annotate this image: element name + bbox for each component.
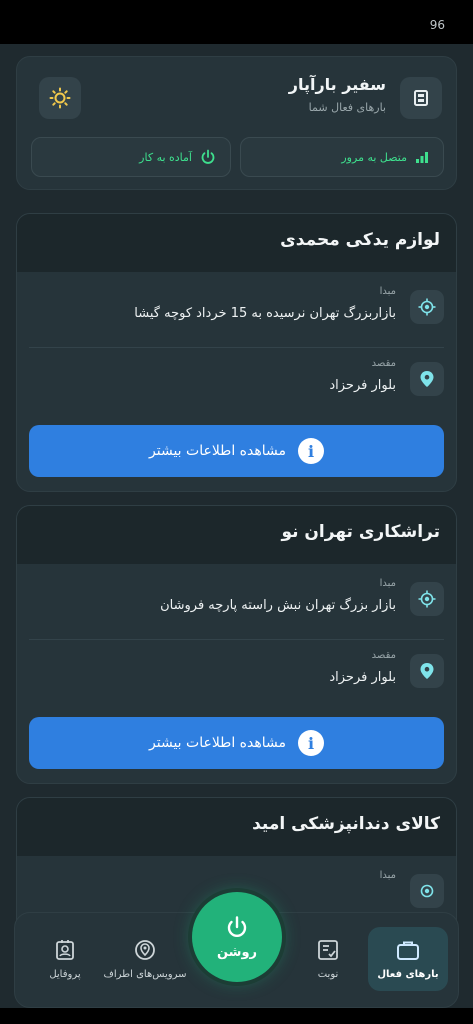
cargo-title: لوازم یدکی محمدی <box>280 230 440 250</box>
destination-label: مقصد <box>371 650 396 661</box>
map-pin-icon <box>410 654 444 688</box>
destination-row: مقصد بلوار فرحزاد <box>29 644 444 710</box>
power-toggle-button[interactable]: روشن <box>192 892 282 982</box>
crosshair-icon <box>410 582 444 616</box>
checklist-icon <box>318 939 338 960</box>
cargo-card: تراشکاری تهران نو مبدا بازار بزرگ تهران … <box>16 505 457 784</box>
battery-level: 96 <box>429 18 445 32</box>
app-screen: 96 سفیر بارآپار بارهای فعال شما متصل به … <box>0 0 473 1024</box>
info-icon: i <box>297 438 324 464</box>
destination-address: بلوار فرحزاد <box>329 378 396 393</box>
nav-turn-label: نوبت <box>317 968 339 980</box>
more-info-label: مشاهده اطلاعات بیشتر <box>149 443 286 459</box>
signal-icon <box>416 152 428 163</box>
divider <box>29 639 444 640</box>
ready-status-pill[interactable]: آماده به کار <box>31 137 231 177</box>
theme-toggle-button[interactable] <box>39 77 81 119</box>
crosshair-icon <box>410 874 444 908</box>
origin-label: مبدا <box>379 286 396 297</box>
ambassador-title: سفیر بارآپار <box>288 75 386 94</box>
crosshair-icon <box>410 290 444 324</box>
destination-label: مقصد <box>371 358 396 369</box>
destination-address: بلوار فرحزاد <box>329 670 396 685</box>
nav-active-loads-label: بارهای فعال <box>377 968 439 980</box>
origin-label: مبدا <box>379 578 396 589</box>
ready-status-label: آماده به کار <box>139 150 192 164</box>
ambassador-header-card: سفیر بارآپار بارهای فعال شما متصل به مرو… <box>16 56 457 190</box>
cargo-header: لوازم یدکی محمدی <box>17 214 456 272</box>
nav-nearby-services-label: سرویس‌های اطراف <box>103 968 187 980</box>
briefcase-icon <box>397 941 419 960</box>
connection-status-pill[interactable]: متصل به مرور <box>240 137 444 177</box>
power-icon <box>227 915 247 937</box>
power-label: روشن <box>216 944 258 960</box>
more-info-button[interactable]: i مشاهده اطلاعات بیشتر <box>29 717 444 769</box>
nav-profile[interactable]: پروفایل <box>25 927 105 991</box>
origin-row: مبدا بازار بزرگ تهران نبش راسته پارچه فر… <box>29 572 444 638</box>
status-bar: 96 <box>0 0 473 44</box>
ambassador-subtitle: بارهای فعال شما <box>308 101 386 114</box>
map-pin-icon <box>410 362 444 396</box>
app-logo-icon <box>400 77 442 119</box>
profile-card-icon <box>56 939 74 960</box>
power-icon <box>201 149 215 164</box>
origin-label: مبدا <box>379 870 396 881</box>
nav-nearby-services[interactable]: سرویس‌های اطراف <box>103 927 187 991</box>
more-info-button[interactable]: i مشاهده اطلاعات بیشتر <box>29 425 444 477</box>
origin-address: بازار بزرگ تهران نبش راسته پارچه فروشان <box>160 598 396 613</box>
nav-profile-label: پروفایل <box>49 968 81 980</box>
origin-address: بازاربزرگ تهران نرسیده به 15 خرداد کوچه … <box>134 306 396 321</box>
home-indicator-bar <box>0 1008 473 1024</box>
cargo-title: کالای دندانپزشکی امید <box>252 814 440 834</box>
cargo-header: تراشکاری تهران نو <box>17 506 456 564</box>
destination-row: مقصد بلوار فرحزاد <box>29 352 444 418</box>
more-info-label: مشاهده اطلاعات بیشتر <box>149 735 286 751</box>
location-circle-icon <box>135 939 155 960</box>
nav-turn[interactable]: نوبت <box>288 927 368 991</box>
cargo-title: تراشکاری تهران نو <box>281 522 440 542</box>
cargo-header: کالای دندانپزشکی امید <box>17 798 456 856</box>
nav-active-loads[interactable]: بارهای فعال <box>368 927 448 991</box>
divider <box>29 347 444 348</box>
info-icon: i <box>297 730 324 756</box>
cargo-card: لوازم یدکی محمدی مبدا بازاربزرگ تهران نر… <box>16 213 457 492</box>
origin-row: مبدا بازاربزرگ تهران نرسیده به 15 خرداد … <box>29 280 444 346</box>
connection-status-label: متصل به مرور <box>341 150 407 164</box>
sun-icon <box>49 87 71 109</box>
